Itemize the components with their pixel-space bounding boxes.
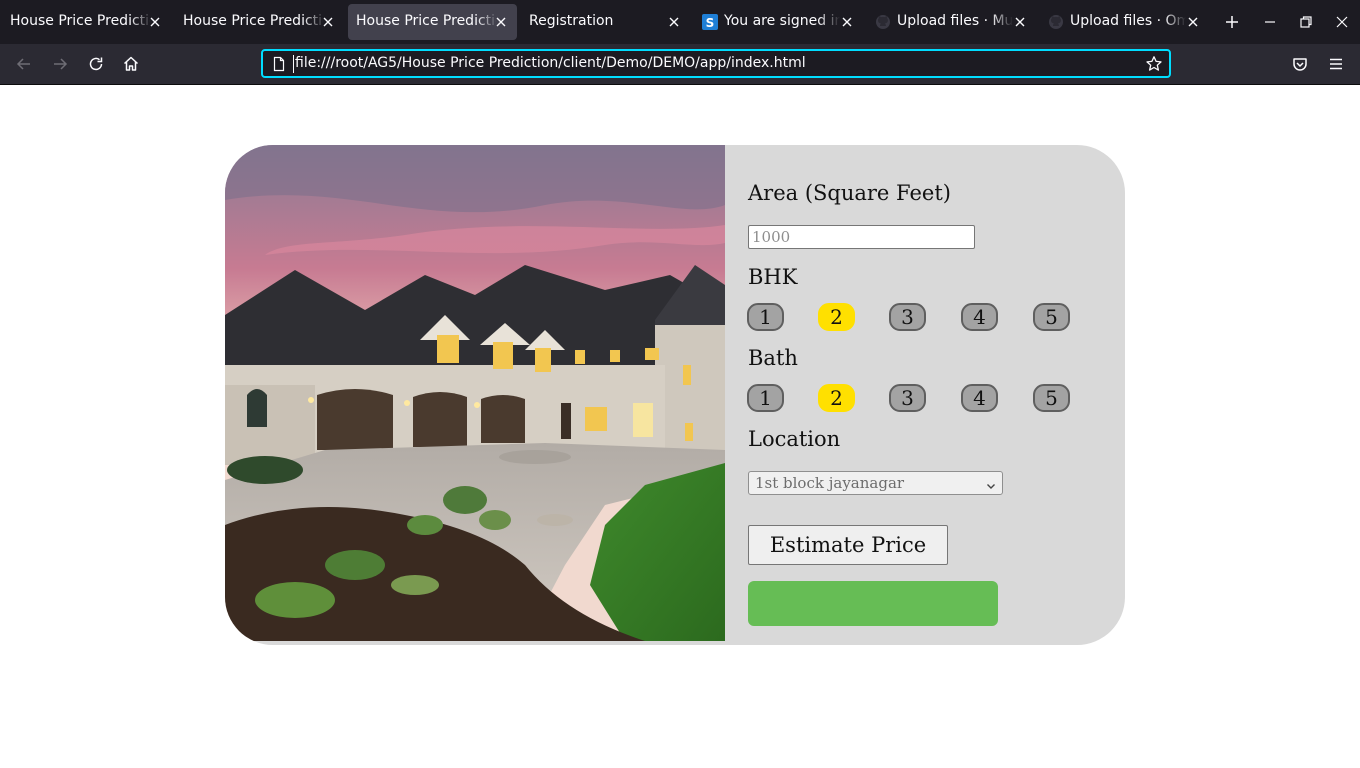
bhk-label: BHK bbox=[748, 265, 798, 289]
tab-title: House Price Prediction bbox=[10, 13, 150, 29]
tab-signed-in[interactable]: S You are signed in bbox=[694, 4, 863, 40]
bath-option-5[interactable]: 5 bbox=[1033, 384, 1070, 412]
estimated-price-result bbox=[748, 581, 998, 626]
close-tab-icon[interactable] bbox=[1187, 16, 1199, 28]
s-logo-icon: S bbox=[702, 14, 718, 30]
tab-title: House Price Prediction bbox=[183, 13, 323, 29]
svg-text:S: S bbox=[706, 16, 715, 30]
tab-title: House Price Prediction bbox=[356, 13, 496, 29]
close-tab-icon[interactable] bbox=[495, 16, 507, 28]
bookmark-star-icon[interactable] bbox=[1145, 55, 1163, 73]
reload-icon[interactable] bbox=[86, 54, 106, 74]
close-tab-icon[interactable] bbox=[1014, 16, 1026, 28]
github-icon bbox=[875, 14, 891, 30]
url-text[interactable]: file:///root/AG5/House Price Prediction/… bbox=[295, 55, 806, 71]
tab-title: Registration bbox=[529, 13, 614, 29]
bath-label: Bath bbox=[748, 346, 798, 370]
bath-option-1[interactable]: 1 bbox=[747, 384, 784, 412]
bhk-option-1[interactable]: 1 bbox=[747, 303, 784, 331]
github-icon bbox=[1048, 14, 1064, 30]
restore-icon[interactable] bbox=[1296, 12, 1316, 32]
minimize-icon[interactable] bbox=[1260, 12, 1280, 32]
close-window-icon[interactable] bbox=[1332, 12, 1352, 32]
address-bar[interactable]: file:///root/AG5/House Price Prediction/… bbox=[261, 49, 1171, 78]
prediction-form: Area (Square Feet) BHK 1 2 3 4 5 Bath 1 … bbox=[747, 145, 1118, 645]
forward-icon[interactable] bbox=[50, 54, 70, 74]
bath-option-3[interactable]: 3 bbox=[889, 384, 926, 412]
location-select[interactable]: 1st block jayanagar bbox=[748, 471, 1003, 495]
tab-registration[interactable]: Registration bbox=[521, 4, 690, 40]
page-icon bbox=[271, 56, 287, 72]
bhk-option-3[interactable]: 3 bbox=[889, 303, 926, 331]
close-tab-icon[interactable] bbox=[841, 16, 853, 28]
new-tab-icon[interactable] bbox=[1222, 12, 1242, 32]
bhk-option-4[interactable]: 4 bbox=[961, 303, 998, 331]
prediction-card: Area (Square Feet) BHK 1 2 3 4 5 Bath 1 … bbox=[225, 145, 1125, 645]
bath-option-4[interactable]: 4 bbox=[961, 384, 998, 412]
estimate-price-button[interactable]: Estimate Price bbox=[748, 525, 948, 565]
house-photo bbox=[225, 145, 725, 641]
bhk-option-5[interactable]: 5 bbox=[1033, 303, 1070, 331]
chevron-down-icon bbox=[985, 477, 997, 489]
close-tab-icon[interactable] bbox=[668, 16, 680, 28]
pocket-icon[interactable] bbox=[1290, 54, 1310, 74]
close-tab-icon[interactable] bbox=[149, 16, 161, 28]
tab-upload-files-mud[interactable]: Upload files · Mud bbox=[867, 4, 1036, 40]
location-selected-value: 1st block jayanagar bbox=[755, 474, 905, 492]
tab-house-price-active[interactable]: House Price Prediction bbox=[348, 4, 517, 40]
area-input[interactable] bbox=[748, 225, 975, 249]
navigation-toolbar: file:///root/AG5/House Price Prediction/… bbox=[0, 44, 1360, 85]
tab-bar: House Price Prediction House Price Predi… bbox=[0, 0, 1360, 44]
close-tab-icon[interactable] bbox=[322, 16, 334, 28]
back-icon[interactable] bbox=[14, 54, 34, 74]
home-icon[interactable] bbox=[121, 54, 141, 74]
menu-icon[interactable] bbox=[1326, 54, 1346, 74]
bath-option-2[interactable]: 2 bbox=[818, 384, 855, 412]
location-label: Location bbox=[748, 427, 841, 451]
area-label: Area (Square Feet) bbox=[748, 181, 951, 205]
tab-upload-files-oms[interactable]: Upload files · OmS bbox=[1040, 4, 1208, 40]
bhk-option-2[interactable]: 2 bbox=[818, 303, 855, 331]
tab-house-price-2[interactable]: House Price Prediction bbox=[175, 4, 343, 40]
tab-house-price-1[interactable]: House Price Prediction bbox=[2, 4, 170, 40]
